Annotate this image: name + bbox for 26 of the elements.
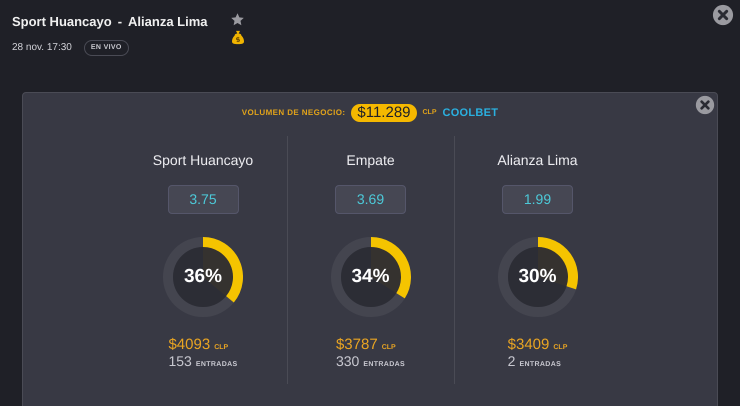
entries-count: 2 xyxy=(508,354,516,368)
star-icon[interactable] xyxy=(230,12,245,27)
team-name: Sport Huancayo xyxy=(12,13,112,31)
amount-text: $3409 xyxy=(508,337,550,352)
separator-text: - xyxy=(118,13,122,31)
team-name: Alianza Lima xyxy=(128,13,208,31)
brand-logo: COOLBET xyxy=(442,106,498,121)
outcome-name: Empate xyxy=(346,151,395,170)
amount-text: $4093 xyxy=(168,337,210,352)
entries-count: 330 xyxy=(336,354,360,368)
odds-button[interactable]: 3.75 xyxy=(168,185,238,214)
match-datetime: 28 nov. 17:30 xyxy=(12,41,72,56)
close-icon[interactable] xyxy=(695,95,715,115)
outcome-name: Alianza Lima xyxy=(497,151,578,170)
volume-label: VOLUMEN DE NEGOCIO: xyxy=(242,107,346,119)
odds-button[interactable]: 3.69 xyxy=(335,185,406,214)
entries-count: 153 xyxy=(168,354,192,368)
volume-amount: $11.289 xyxy=(351,104,416,122)
outcome-name: Sport Huancayo xyxy=(152,151,254,170)
odds-button[interactable]: 1.99 xyxy=(502,185,573,214)
percent-text: 34% xyxy=(351,267,390,287)
percent-text: 30% xyxy=(518,267,557,287)
close-icon[interactable] xyxy=(712,4,734,26)
money-bag-icon xyxy=(230,29,246,46)
percent-text: 36% xyxy=(184,267,222,287)
amount-text: $3787 xyxy=(336,337,378,352)
